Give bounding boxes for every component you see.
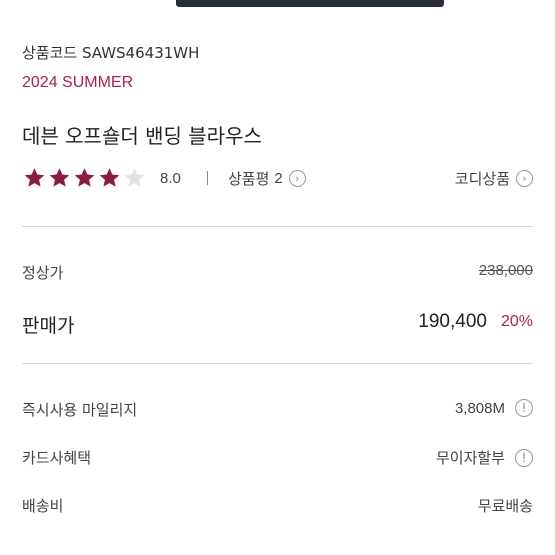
product-code: 상품코드 SAWS46431WH [22,44,200,62]
coordi-link[interactable]: 코디상품 › [455,168,533,189]
star-filled-icon [24,168,45,187]
chevron-right-icon: › [516,170,533,187]
card-benefit-value: 무이자할부 [435,450,505,467]
chevron-right-icon: › [288,170,306,187]
shipping-value: 무료배송 [477,498,533,515]
mileage-value-group: 3,808M ! [455,399,533,417]
star-filled-icon [49,168,70,187]
sale-price-value: 190,400 [418,311,487,332]
sale-price-label: 판매가 [22,315,75,337]
divider [22,226,533,227]
sale-price-group: 190,400 20% [418,311,533,333]
star-filled-icon [74,168,95,187]
discount-badge: 20% [500,313,533,330]
divider [207,171,208,185]
coordi-label: 코디상품 [454,170,510,188]
regular-price-label: 정상가 [22,264,64,282]
season-label: 2024 SUMMER [22,74,134,91]
mileage-row: 즉시사용 마일리지 3,808M ! [22,399,533,427]
star-empty-icon [124,168,145,187]
review-label: 상품평 [228,170,270,188]
star-rating [22,166,147,190]
mileage-label: 즉시사용 마일리지 [22,401,138,419]
rating-score: 8.0 [160,170,181,187]
card-benefit-value-group: 무이자할부 ! [436,447,533,468]
shipping-label: 배송비 [22,497,64,515]
shipping-row: 배송비 무료배송 [22,495,533,523]
card-benefit-label: 카드사혜택 [22,449,92,467]
review-count: 2 [274,170,283,187]
sale-price-row: 판매가 190,400 20% [22,311,533,339]
star-filled-icon [99,168,120,187]
product-title: 데븐 오프숄더 밴딩 블라우스 [22,124,262,148]
regular-price-value: 238,000 [478,262,533,279]
rating-row: 8.0 상품평 2 › 코디상품 › [22,166,533,192]
regular-price-row: 정상가 238,000 [22,262,533,290]
divider [22,363,533,364]
info-icon[interactable]: ! [515,448,533,467]
mileage-value: 3,808M [454,399,505,417]
review-link[interactable]: 상품평 2 › [228,168,306,189]
info-icon[interactable]: ! [515,399,533,417]
card-benefit-row: 카드사혜택 무이자할부 ! [22,447,533,475]
product-image-edge [176,0,444,7]
